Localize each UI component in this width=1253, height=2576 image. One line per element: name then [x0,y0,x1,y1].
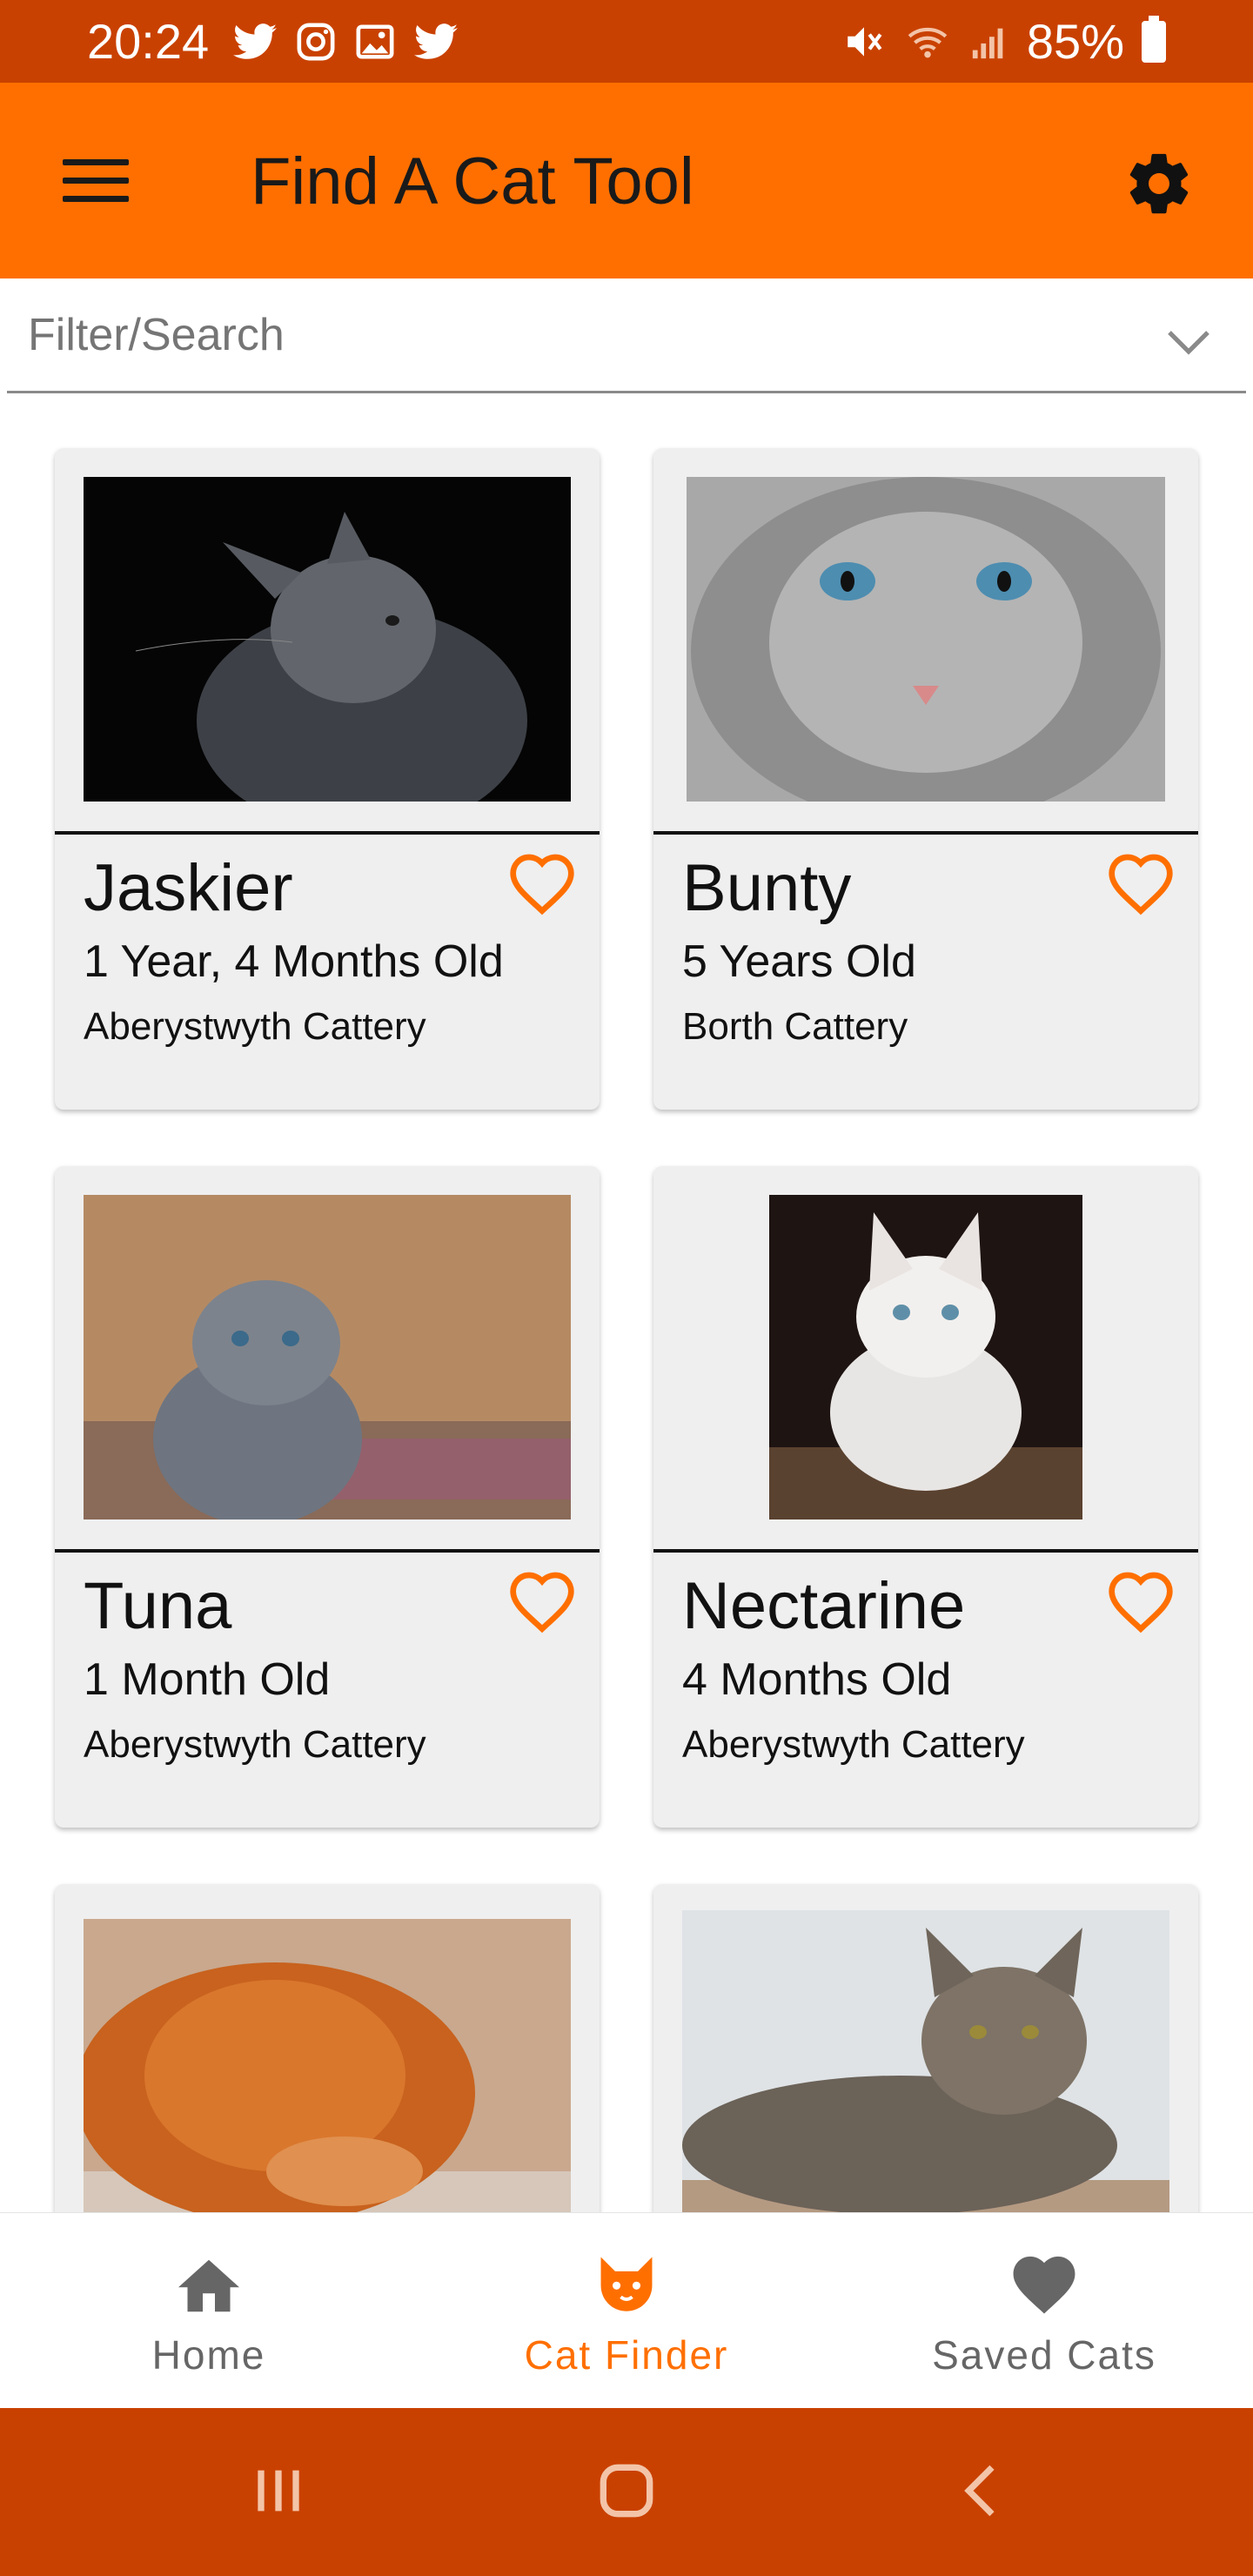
cat-card[interactable]: Nectarine 4 Months Old Aberystwyth Catte… [653,1166,1198,1828]
back-icon[interactable] [948,2456,1018,2526]
card-divider [653,831,1198,835]
recent-apps-icon[interactable] [244,2456,313,2526]
gallery-icon [356,23,394,59]
cat-age: 1 Year, 4 Months Old [84,936,504,987]
favorite-heart-icon[interactable] [1099,1560,1183,1643]
app-title: Find A Cat Tool [251,144,694,218]
cat-photo [84,477,571,802]
cat-photo [769,1195,1082,1519]
instagram-icon [297,23,335,60]
twitter-icon [414,23,459,59]
gear-icon[interactable] [1117,142,1201,225]
status-bar: 20:24 85% [0,0,1253,83]
nav-home-label: Home [151,2332,266,2378]
screen: 20:24 85% Find A Cat Tool Filter/Search [0,0,1253,2576]
home-button-icon[interactable] [592,2456,661,2526]
cat-cattery: Borth Cattery [682,1005,908,1048]
nav-cat-finder-label: Cat Finder [524,2332,729,2378]
system-icons: 85% [842,13,1166,70]
system-navigation-bar [0,2408,1253,2576]
notification-icons [233,22,459,62]
cat-photo [84,1919,571,2212]
cat-cattery: Aberystwyth Cattery [682,1723,1025,1766]
cat-name: Tuna [84,1569,232,1643]
nav-saved-cats-label: Saved Cats [932,2332,1156,2378]
cat-name: Jaskier [84,851,293,925]
cat-age: 5 Years Old [682,936,916,987]
app-bar: Find A Cat Tool [0,83,1253,278]
cat-photo [84,1195,571,1519]
cat-photo [687,477,1165,802]
card-divider [653,1549,1198,1553]
twitter-icon [233,23,278,59]
hamburger-menu-icon[interactable] [63,159,132,203]
wifi-icon [908,27,948,57]
cat-name: Bunty [682,851,852,925]
filter-placeholder: Filter/Search [28,309,285,360]
nav-cat-finder[interactable]: Cat Finder [418,2213,835,2409]
cat-card[interactable]: Tuna 1 Month Old Aberystwyth Cattery [55,1166,600,1828]
cat-age: 4 Months Old [682,1654,952,1705]
cat-face-icon [592,2248,661,2318]
nav-saved-cats[interactable]: Saved Cats [835,2213,1253,2409]
cat-age: 1 Month Old [84,1654,331,1705]
card-divider [55,831,600,835]
signal-icon [972,28,1003,58]
cat-card[interactable]: Jaskier 1 Year, 4 Months Old Aberystwyth… [55,448,600,1110]
cat-cattery: Aberystwyth Cattery [84,1005,426,1048]
cat-grid: Jaskier 1 Year, 4 Months Old Aberystwyth… [0,393,1253,2212]
cat-name: Nectarine [682,1569,966,1643]
bottom-navigation: Home Cat Finder Saved Cats [0,2212,1253,2408]
cat-card[interactable] [653,1884,1198,2212]
cat-card[interactable] [55,1884,600,2212]
favorite-heart-icon[interactable] [500,842,584,925]
nav-home[interactable]: Home [0,2213,418,2409]
filter-search-dropdown[interactable]: Filter/Search [7,278,1246,393]
status-time: 20:24 [87,14,210,69]
chevron-down-icon [1168,331,1209,355]
cat-card[interactable]: Bunty 5 Years Old Borth Cattery [653,448,1198,1110]
heart-icon [1007,2248,1082,2318]
cat-cattery: Aberystwyth Cattery [84,1723,426,1766]
home-icon [172,2248,245,2318]
cat-photo [682,1910,1169,2212]
favorite-heart-icon[interactable] [1099,842,1183,925]
battery-percentage: 85% [1026,14,1124,69]
mute-icon [848,26,882,57]
card-divider [55,1549,600,1553]
favorite-heart-icon[interactable] [500,1560,584,1643]
battery-icon [1142,15,1166,63]
